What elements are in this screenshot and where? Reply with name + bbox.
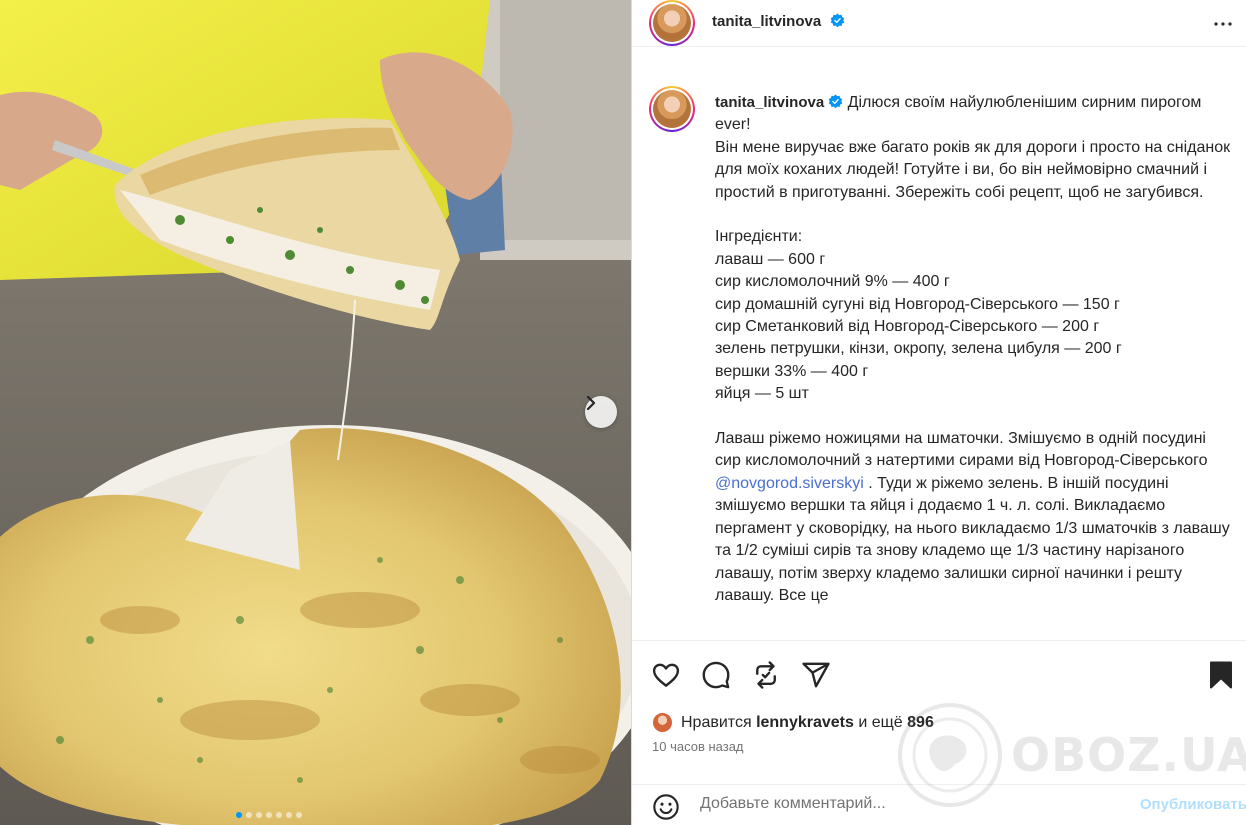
- ingredients-title: Інгредієнти:: [715, 228, 803, 246]
- share-button[interactable]: [801, 660, 831, 695]
- more-options-button[interactable]: [1211, 12, 1235, 41]
- carousel-dot: [286, 812, 292, 818]
- comment-button[interactable]: [701, 660, 731, 695]
- verified-icon: [830, 13, 844, 28]
- caption-area: tanita_litvinova Ділюся своїм найулюблен…: [632, 80, 1246, 640]
- caption-username[interactable]: tanita_litvinova: [715, 94, 824, 111]
- method-paragraph: Лаваш ріжемо ножицями на шматочки. Змішу…: [715, 428, 1235, 607]
- share-icon: [802, 662, 830, 688]
- carousel-dot: [236, 812, 242, 818]
- post-timestamp[interactable]: 10 часов назад: [652, 739, 744, 754]
- carousel-dot: [266, 812, 272, 818]
- likes-summary: Нравится lennykravets и ещё 896: [652, 712, 934, 733]
- comment-input[interactable]: [700, 795, 1100, 813]
- post-header: tanita_litvinova: [632, 0, 1246, 47]
- post-media[interactable]: [0, 0, 631, 825]
- repost-button[interactable]: [751, 660, 781, 695]
- ingredient-item: сир кисломолочний 9% — 400 г: [715, 273, 950, 291]
- emoji-icon: [653, 794, 679, 820]
- carousel-dot: [246, 812, 252, 818]
- ingredient-item: вершки 33% — 400 г: [715, 362, 869, 380]
- verified-icon: [828, 94, 843, 109]
- like-icon: [652, 663, 680, 687]
- mention-link[interactable]: @novgorod.siverskyi: [715, 475, 864, 492]
- food-photo: [0, 0, 631, 825]
- caption-paragraph: Він мене виручає вже багато років як для…: [715, 138, 1231, 201]
- likes-prefix: Нравится: [681, 713, 752, 731]
- caption-author-avatar[interactable]: [649, 86, 695, 132]
- more-icon: [1214, 22, 1232, 26]
- post-side-panel: tanita_litvinova tanita_litvinova Ділюся…: [631, 0, 1246, 825]
- carousel-dot: [256, 812, 262, 818]
- carousel-dot: [276, 812, 282, 818]
- comment-bar: Опубликовать: [632, 784, 1246, 824]
- repost-icon: [756, 661, 776, 689]
- liker-avatar[interactable]: [652, 712, 673, 733]
- ingredient-item: яйця — 5 шт: [715, 385, 809, 403]
- author-avatar[interactable]: [649, 0, 695, 46]
- liker-username[interactable]: lennykravets: [756, 714, 854, 732]
- carousel-dots: [236, 812, 302, 818]
- emoji-button[interactable]: [652, 793, 680, 825]
- author-username[interactable]: tanita_litvinova: [712, 13, 821, 30]
- post-actions: Нравится lennykravets и ещё 896 10 часов…: [632, 640, 1246, 820]
- publish-button[interactable]: Опубликовать: [1140, 796, 1246, 813]
- next-arrow-icon: [586, 396, 596, 410]
- save-button[interactable]: [1208, 660, 1234, 695]
- likes-and: и ещё: [853, 713, 908, 731]
- like-button[interactable]: [651, 660, 681, 695]
- method-text: . Туди ж ріжемо зелень. В іншій посудині…: [715, 474, 1230, 604]
- ingredient-item: лаваш — 600 г: [715, 250, 826, 268]
- ingredient-item: сир домашній сугуні від Новгород-Сіверсь…: [715, 295, 1120, 313]
- method-text: Лаваш ріжемо ножицями на шматочки. Змішу…: [715, 430, 1208, 470]
- carousel-next-button[interactable]: [585, 396, 617, 428]
- post-caption: tanita_litvinova Ділюся своїм найулюблен…: [715, 92, 1235, 607]
- carousel-dot: [296, 812, 302, 818]
- save-icon: [1210, 661, 1232, 689]
- ingredient-item: сир Сметанковий від Новгород-Сіверського…: [715, 318, 1100, 336]
- comment-icon: [702, 661, 730, 689]
- likes-count[interactable]: 896: [907, 714, 934, 732]
- ingredient-item: зелень петрушки, кінзи, окропу, зелена ц…: [715, 340, 1122, 358]
